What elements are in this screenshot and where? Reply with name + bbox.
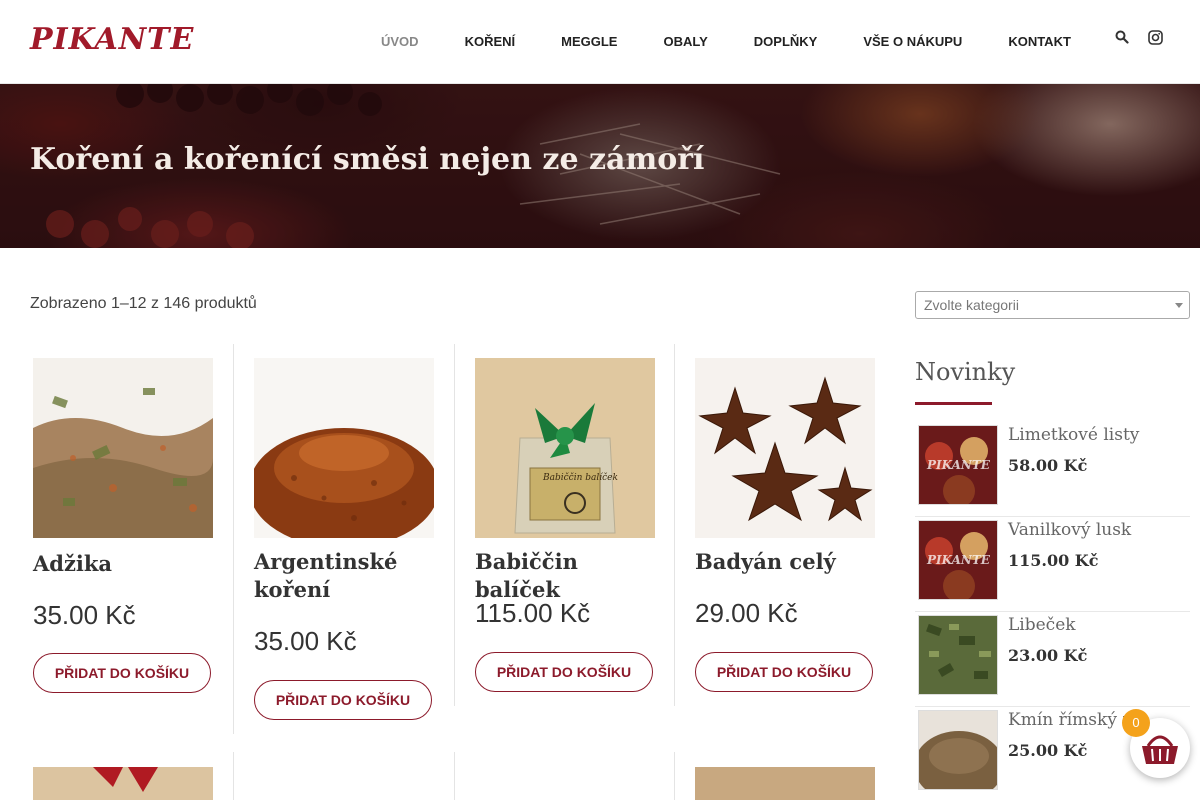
product-card: Babiččin balíček Babiččin balíček 115.00… <box>454 344 675 800</box>
nav-item-obaly[interactable]: OBALY <box>663 34 707 49</box>
result-count: Zobrazeno 1–12 z 146 produktů <box>30 295 257 312</box>
sidebar-product-price: 23.00 Kč <box>1008 646 1088 665</box>
product-card: Badyán celý 29.00 Kč PŘIDAT DO KOŠÍKU <box>674 344 895 800</box>
product-image[interactable] <box>695 767 875 800</box>
product-image[interactable] <box>695 358 875 538</box>
product-image-label: Babiččin balíček <box>543 473 618 483</box>
product-price: 29.00 Kč <box>695 598 798 628</box>
product-image[interactable] <box>33 767 213 800</box>
product-divider <box>674 344 675 706</box>
nav-item-kontakt[interactable]: KONTAKT <box>1008 34 1071 49</box>
product-divider <box>674 752 675 800</box>
sidebar-title: Novinky <box>915 358 1016 386</box>
nav-item-doplnky[interactable]: DOPLŇKY <box>754 34 818 49</box>
product-card: Argentinské koření 35.00 Kč PŘIDAT DO KO… <box>233 344 454 800</box>
sidebar-product-price: 115.00 Kč <box>1008 551 1099 570</box>
nav-item-vse-o-nakupu[interactable]: VŠE O NÁKUPU <box>863 34 962 49</box>
sidebar-product-name[interactable]: Vanilkový lusk <box>1008 520 1131 540</box>
add-to-cart-button[interactable]: PŘIDAT DO KOŠÍKU <box>695 652 873 692</box>
thumb-watermark: PIKANTE <box>927 553 990 567</box>
product-name[interactable]: Babiččin balíček <box>475 548 660 604</box>
sidebar-product: PIKANTE Limetkové listy 58.00 Kč <box>915 422 1190 517</box>
instagram-icon[interactable] <box>1148 30 1164 46</box>
nav-item-koreni[interactable]: KOŘENÍ <box>465 34 516 49</box>
sidebar-product-thumb[interactable] <box>918 615 998 695</box>
product-card: Adžika 35.00 Kč PŘIDAT DO KOŠÍKU <box>12 344 233 800</box>
sidebar-product-name[interactable]: Limetkové listy <box>1008 425 1139 445</box>
sidebar-product-thumb[interactable]: PIKANTE <box>918 520 998 600</box>
thumb-watermark: PIKANTE <box>927 458 990 472</box>
sidebar-title-underline <box>915 402 992 405</box>
site-header: PIKANTE ÚVOD KOŘENÍ MEGGLE OBALY DOPLŇKY… <box>0 0 1200 84</box>
sidebar-product-thumb[interactable]: PIKANTE <box>918 425 998 505</box>
sidebar-product: Libeček 23.00 Kč <box>915 612 1190 707</box>
sidebar-product-name[interactable]: Kmín římský m <box>1008 710 1138 730</box>
hero-banner: Koření a kořenící směsi nejen ze zámoří <box>0 84 1200 248</box>
product-price: 35.00 Kč <box>254 626 357 656</box>
add-to-cart-button[interactable]: PŘIDAT DO KOŠÍKU <box>33 653 211 693</box>
product-name[interactable]: Argentinské koření <box>254 548 439 604</box>
sidebar-product-thumb[interactable] <box>918 710 998 790</box>
product-divider <box>233 344 234 734</box>
nav-item-uvod[interactable]: ÚVOD <box>381 34 419 49</box>
product-name[interactable]: Badyán celý <box>695 548 880 576</box>
category-select-placeholder: Zvolte kategorii <box>924 297 1019 313</box>
main-nav: ÚVOD KOŘENÍ MEGGLE OBALY DOPLŇKY VŠE O N… <box>358 34 1094 49</box>
product-price: 115.00 Kč <box>475 598 591 628</box>
add-to-cart-button[interactable]: PŘIDAT DO KOŠÍKU <box>254 680 432 720</box>
cart-count-badge: 0 <box>1122 709 1150 737</box>
add-to-cart-button[interactable]: PŘIDAT DO KOŠÍKU <box>475 652 653 692</box>
sidebar-product-name[interactable]: Libeček <box>1008 615 1076 635</box>
product-divider <box>454 752 455 800</box>
product-image[interactable] <box>33 358 213 538</box>
sidebar-product-price: 58.00 Kč <box>1008 456 1088 475</box>
product-divider <box>454 344 455 706</box>
product-name[interactable]: Adžika <box>33 550 218 578</box>
chevron-down-icon <box>1175 303 1183 308</box>
sidebar-product: PIKANTE Vanilkový lusk 115.00 Kč <box>915 517 1190 612</box>
hero-title: Koření a kořenící směsi nejen ze zámoří <box>30 142 705 177</box>
site-logo[interactable]: PIKANTE <box>30 22 194 57</box>
product-divider <box>233 752 234 800</box>
nav-item-meggle[interactable]: MEGGLE <box>561 34 617 49</box>
category-select[interactable]: Zvolte kategorii <box>915 291 1190 319</box>
sidebar-product-price: 25.00 Kč <box>1008 741 1088 760</box>
product-price: 35.00 Kč <box>33 600 136 630</box>
product-image[interactable]: Babiččin balíček <box>475 358 655 538</box>
search-icon[interactable] <box>1115 30 1131 46</box>
product-image[interactable] <box>254 358 434 538</box>
